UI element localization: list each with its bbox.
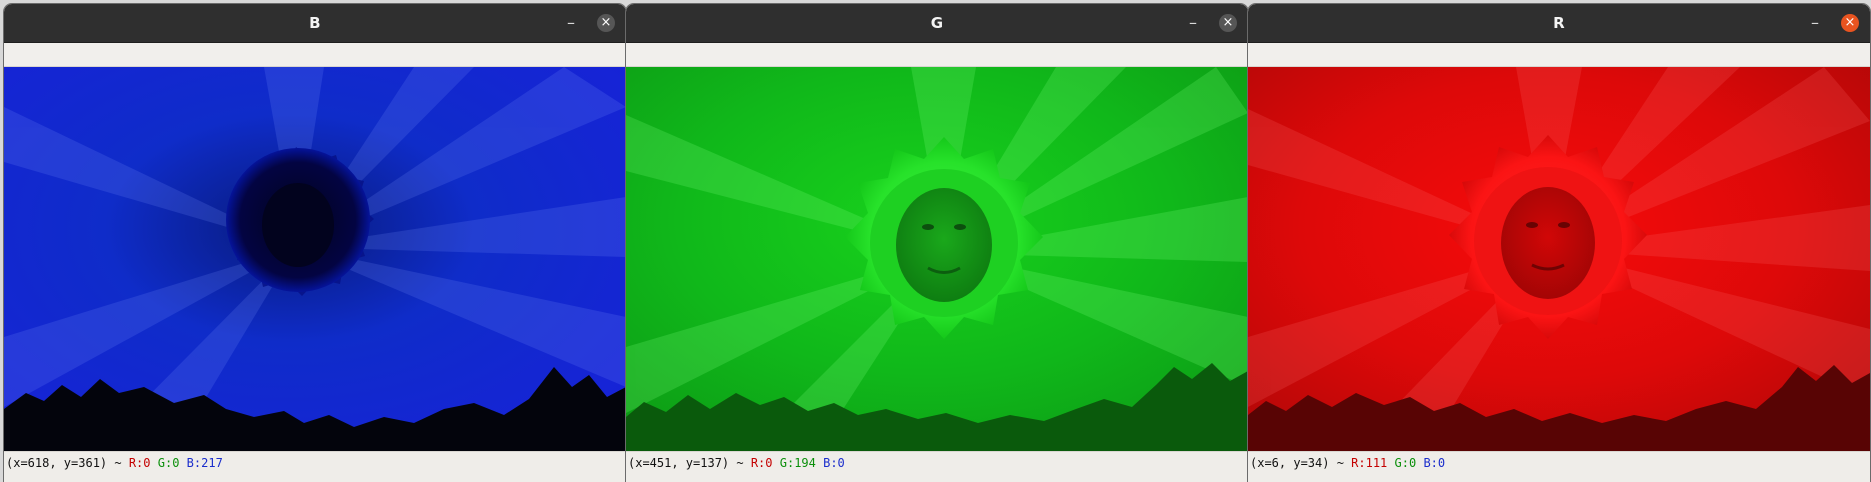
status-b-value: B:0 [823,456,845,470]
close-button[interactable]: × [1841,14,1859,32]
channel-image-svg [4,67,626,451]
window-title: R [1553,14,1565,32]
status-bar: (x=618, y=361) ~ R:0 G:0 B:217 [4,451,626,482]
status-bar: (x=451, y=137) ~ R:0 G:194 B:0 [626,451,1248,482]
close-icon: × [1844,15,1856,30]
channel-image[interactable] [626,67,1248,451]
image-toolbar [1248,43,1870,67]
channel-image-svg [626,67,1248,451]
window-title: B [309,14,321,32]
window-titlebar[interactable]: R – × [1248,4,1870,43]
status-coords: (x=6, y=34) ~ [1250,456,1344,470]
status-coords: (x=618, y=361) ~ [6,456,122,470]
window-titlebar[interactable]: G – × [626,4,1248,43]
minimize-button[interactable]: – [1182,12,1204,34]
window-titlebar[interactable]: B – × [4,4,626,43]
minimize-icon: – [567,13,575,32]
minimize-button[interactable]: – [1804,12,1826,34]
channel-window-g[interactable]: G – × (x=451, y=137) ~ R:0 G:194 B:0 [626,4,1248,482]
close-icon: × [1222,15,1234,30]
desktop: B – × (x=618, y=361) ~ R:0 G:0 B:217 G –… [0,0,1871,482]
image-toolbar [626,43,1248,67]
minimize-icon: – [1811,13,1819,32]
window-title: G [930,14,944,32]
status-coords: (x=451, y=137) ~ [628,456,744,470]
close-icon: × [600,15,612,30]
channel-image[interactable] [1248,67,1870,451]
channel-image-svg [1248,67,1870,451]
minimize-button[interactable]: – [560,12,582,34]
status-g-value: G:0 [157,456,180,470]
image-toolbar [4,43,626,67]
status-bar: (x=6, y=34) ~ R:111 G:0 B:0 [1248,451,1870,482]
minimize-icon: – [1189,13,1197,32]
close-button[interactable]: × [1219,14,1237,32]
status-b-value: B:0 [1423,456,1446,470]
channel-window-r[interactable]: R – × (x=6, y=34) ~ R:111 G:0 B:0 [1248,4,1870,482]
status-r-value: R:0 [750,456,773,470]
channel-image[interactable] [4,67,626,451]
status-b-value: B:217 [186,456,223,470]
status-r-value: R:0 [128,456,151,470]
status-g-value: G:0 [1394,456,1417,470]
close-button[interactable]: × [597,14,615,32]
status-g-value: G:194 [779,456,816,470]
channel-window-b[interactable]: B – × (x=618, y=361) ~ R:0 G:0 B:217 [4,4,626,482]
status-r-value: R:111 [1351,456,1388,470]
